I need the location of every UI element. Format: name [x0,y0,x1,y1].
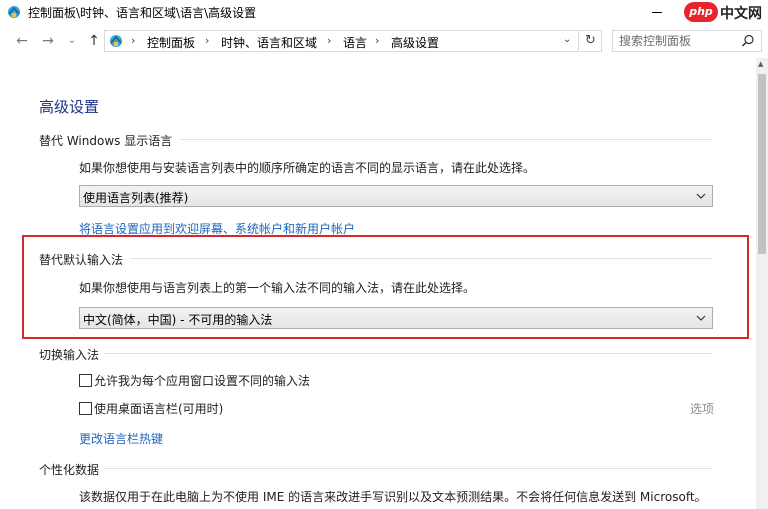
vertical-scrollbar[interactable]: ▲ [756,58,768,509]
scrollbar-thumb[interactable] [758,74,766,254]
minimize-button[interactable] [652,12,662,13]
scroll-up-arrow-icon[interactable]: ▲ [758,60,763,68]
annotation-highlight-box [22,235,749,339]
control-panel-icon [110,35,122,47]
back-arrow-icon[interactable]: ← [14,33,30,49]
breadcrumb-separator: › [131,34,136,47]
search-box[interactable] [612,30,762,52]
breadcrumb-separator: › [205,34,210,47]
change-hotkeys-link[interactable]: 更改语言栏热键 [79,430,163,447]
forward-arrow-icon[interactable]: → [40,33,56,49]
recent-locations-icon[interactable]: ⌄ [64,33,80,49]
window-title: 控制面板\时钟、语言和区域\语言\高级设置 [28,6,257,20]
section-header-personalization: 个性化数据 [39,463,100,477]
section-divider [180,139,713,140]
search-input[interactable] [619,33,737,49]
section-divider [104,468,713,469]
breadcrumb-separator: › [375,34,380,47]
display-language-select[interactable]: 使用语言列表(推荐) [79,185,713,207]
per-app-input-checkbox[interactable] [79,374,92,387]
per-app-input-label[interactable]: 允许我为每个应用窗口设置不同的输入法 [94,372,310,389]
php-logo: php [684,2,718,22]
section-divider [104,353,713,354]
language-bar-label[interactable]: 使用桌面语言栏(可用时) [94,400,223,417]
language-bar-checkbox[interactable] [79,402,92,415]
page-title: 高级设置 [39,98,100,116]
address-bar[interactable]: › 控制面板 › 时钟、语言和区域 › 语言 › 高级设置 ⌄ [104,30,579,52]
search-icon[interactable] [741,34,755,48]
breadcrumb-control-panel[interactable]: 控制面板 [147,34,195,51]
up-arrow-icon[interactable]: ↑ [86,33,102,49]
display-language-select-value: 使用语言列表(推荐) [83,191,189,205]
title-bar: 控制面板\时钟、语言和区域\语言\高级设置 php 中文网 [0,0,768,26]
navigation-bar: ← → ⌄ ↑ › 控制面板 › 时钟、语言和区域 › 语言 › 高级设置 ⌄ … [0,26,768,58]
watermark-brand: php 中文网 [680,0,768,26]
breadcrumb-separator: › [327,34,332,47]
brand-text: 中文网 [720,6,762,22]
breadcrumb-language[interactable]: 语言 [343,34,367,51]
control-panel-icon [8,6,20,18]
breadcrumb-advanced-settings[interactable]: 高级设置 [391,34,439,51]
language-bar-options-link[interactable]: 选项 [690,400,714,417]
chevron-down-icon [696,193,706,199]
section-header-switch-input: 切换输入法 [39,348,100,362]
refresh-icon[interactable]: ↻ [580,30,602,52]
section-header-display-language: 替代 Windows 显示语言 [39,134,173,148]
breadcrumb-clock-language-region[interactable]: 时钟、语言和区域 [221,34,317,51]
address-dropdown-icon[interactable]: ⌄ [563,34,571,45]
display-language-description: 如果你想使用与安装语言列表中的顺序所确定的语言不同的显示语言，请在此处选择。 [79,161,536,175]
personalization-description: 该数据仅用于在此电脑上为不使用 IME 的语言来改进手写识别以及文本预测结果。不… [79,490,707,504]
